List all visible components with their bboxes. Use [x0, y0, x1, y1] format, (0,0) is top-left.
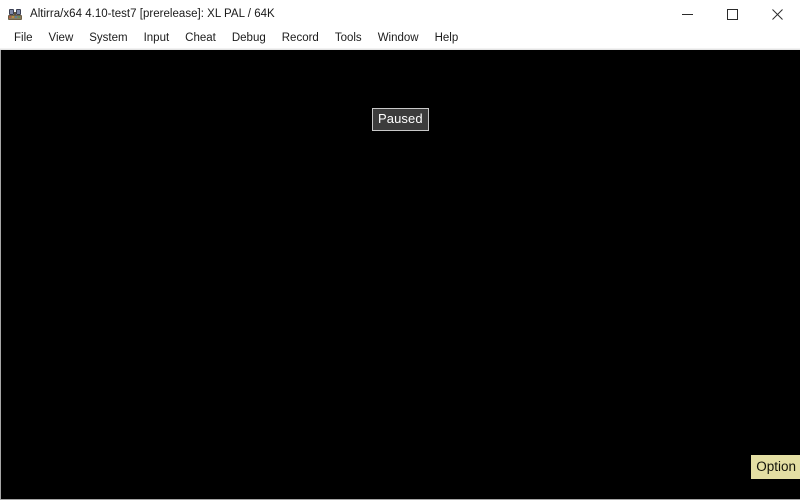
menu-item-tools[interactable]: Tools	[327, 29, 370, 48]
menu-item-debug[interactable]: Debug	[224, 29, 274, 48]
title-bar: Altirra/x64 4.10-test7 [prerelease]: XL …	[0, 0, 800, 28]
window-controls	[665, 0, 800, 28]
altirra-app-icon	[7, 6, 23, 22]
close-button[interactable]	[755, 0, 800, 28]
menu-item-view[interactable]: View	[41, 29, 82, 48]
option-key-indicator: Option	[751, 455, 800, 479]
menu-item-system[interactable]: System	[81, 29, 135, 48]
minimize-button[interactable]	[665, 0, 710, 28]
menu-item-help[interactable]: Help	[427, 29, 467, 48]
menu-item-window[interactable]: Window	[370, 29, 427, 48]
menu-item-cheat[interactable]: Cheat	[177, 29, 224, 48]
window-title: Altirra/x64 4.10-test7 [prerelease]: XL …	[30, 8, 275, 20]
paused-status-badge: Paused	[372, 108, 429, 131]
menu-bar: File View System Input Cheat Debug Recor…	[0, 28, 800, 48]
application-window: Altirra/x64 4.10-test7 [prerelease]: XL …	[0, 0, 800, 500]
menu-item-record[interactable]: Record	[274, 29, 327, 48]
menu-item-file[interactable]: File	[6, 29, 41, 48]
menu-item-input[interactable]: Input	[136, 29, 178, 48]
maximize-button[interactable]	[710, 0, 755, 28]
emulator-display[interactable]: Paused Option	[0, 50, 800, 500]
